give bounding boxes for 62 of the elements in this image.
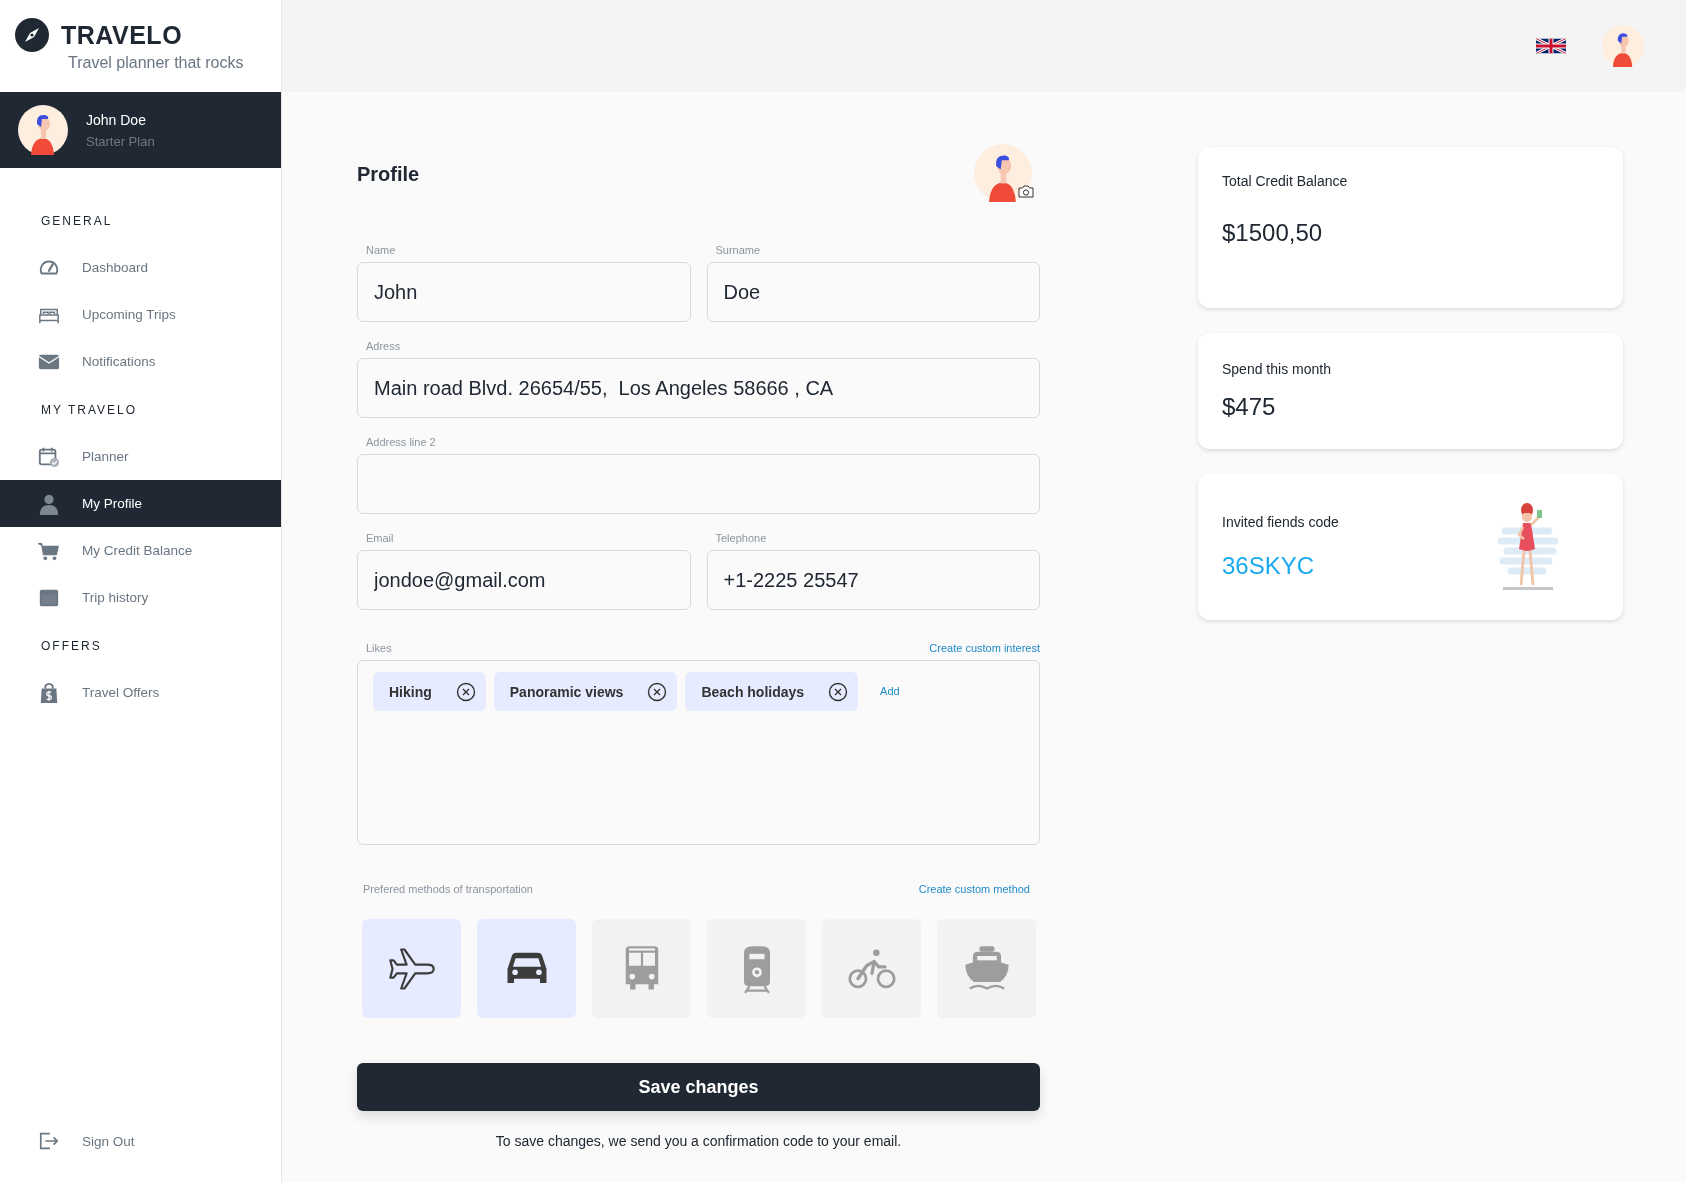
card-label: Spend this month — [1222, 361, 1331, 377]
tag-label: Beach holidays — [701, 683, 805, 700]
user-plan: Starter Plan — [86, 133, 155, 149]
add-link[interactable]: Add — [880, 672, 900, 711]
calendar-check-icon — [38, 445, 60, 468]
invite-code: 36SKYC — [1222, 552, 1316, 580]
shopping-bag-dollar-icon — [38, 681, 60, 704]
nav-item[interactable]: Travel Offers — [0, 669, 281, 716]
sign-out-icon — [38, 1130, 60, 1152]
brand-name: TRAVELO — [61, 20, 183, 50]
create-custom-interest-link[interactable]: Create custom interest — [929, 642, 1040, 654]
avatar-icon — [974, 144, 1032, 202]
user-panel[interactable]: John Doe Starter Plan — [0, 92, 281, 168]
nav-item[interactable]: Dashboard — [0, 244, 281, 291]
card-label: Invited fiends code — [1222, 514, 1339, 530]
transport-option[interactable] — [477, 919, 576, 1018]
nav-item[interactable]: Notifications — [0, 338, 281, 385]
field-label: Prefered methods of transportation — [362, 883, 533, 895]
nav-section-heading: MY TRAVELO — [40, 403, 139, 417]
field-label: Adress — [365, 340, 402, 352]
nav-item[interactable]: My Profile — [0, 480, 281, 527]
save-note: To save changes, we send you a confirmation code to your email. — [494, 1133, 903, 1149]
field-label: Email — [365, 532, 395, 544]
uk-flag-icon[interactable] — [1536, 36, 1566, 56]
input-field[interactable]: Main road Blvd. 26654/55, Los Angeles 58666 , CA — [357, 358, 1040, 418]
likes-field[interactable]: Hiking Panoramic views Beach holidays Add — [357, 660, 1040, 845]
brand-tagline: Travel planner that rocks — [68, 54, 245, 72]
field-label: Likes — [365, 642, 392, 654]
nav-item[interactable]: Trip history — [0, 574, 281, 621]
input-field[interactable]: jondoe@gmail.com — [357, 550, 691, 610]
sign-out-link[interactable]: Sign Out — [0, 1120, 281, 1162]
remove-icon[interactable] — [455, 681, 476, 702]
avatar-icon[interactable] — [1602, 25, 1644, 67]
save-changes-button[interactable]: Save changes — [357, 1063, 1040, 1111]
user-name: John Doe — [86, 111, 147, 128]
remove-icon[interactable] — [647, 681, 668, 702]
avatar-icon — [18, 105, 68, 155]
tag-label: Panoramic views — [509, 683, 624, 700]
remove-icon[interactable] — [828, 681, 849, 702]
input-field[interactable]: Doe — [706, 262, 1040, 322]
transport-option[interactable] — [362, 919, 461, 1018]
card-amount: $475 — [1222, 393, 1277, 421]
input-field[interactable]: +1-2225 25547 — [706, 550, 1040, 610]
tag-label: Hiking — [389, 683, 432, 700]
field-label: Telephone — [714, 532, 768, 544]
nav-item[interactable]: Planner — [0, 433, 281, 480]
nav-section-heading: GENERAL — [40, 214, 114, 228]
field-label: Name — [365, 244, 397, 256]
input-field[interactable]: John — [357, 262, 691, 322]
card-label: Total Credit Balance — [1222, 173, 1348, 189]
create-custom-method-link[interactable]: Create custom method — [918, 883, 1030, 895]
field-label: Surname — [714, 244, 762, 256]
camera-icon[interactable] — [1018, 185, 1034, 198]
card-amount: $1500,50 — [1222, 219, 1324, 247]
nav-item[interactable]: Upcoming Trips — [0, 291, 281, 338]
nav-section-heading: OFFERS — [40, 639, 103, 653]
person-icon — [38, 492, 60, 515]
field-label: Address line 2 — [365, 436, 437, 448]
nav-item[interactable]: My Credit Balance — [0, 527, 281, 574]
input-field[interactable] — [357, 454, 1040, 514]
page-title: Profile — [357, 162, 420, 186]
compass-logo-icon — [15, 18, 49, 52]
